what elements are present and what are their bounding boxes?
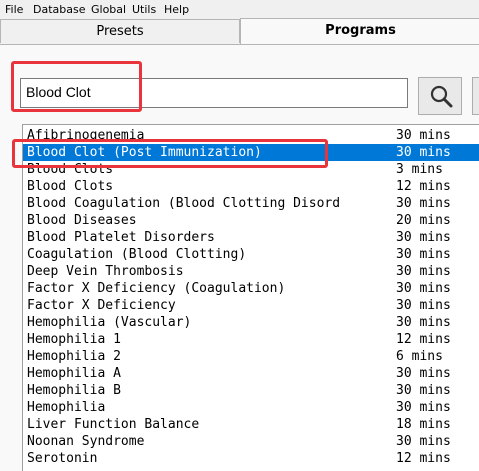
program-name: Deep Vein Thrombosis <box>27 264 184 279</box>
program-name: Serotonin <box>27 451 98 466</box>
program-row[interactable]: Hemophilia (Vascular) 30 mins <box>23 314 479 331</box>
program-name: Coagulation (Blood Clotting) <box>27 247 247 262</box>
program-duration: 30 mins <box>396 298 451 313</box>
menu-help[interactable]: Help <box>164 3 189 16</box>
program-row[interactable]: Liver Function Balance 18 mins <box>23 416 479 433</box>
program-duration: 30 mins <box>396 264 451 279</box>
program-duration: 30 mins <box>396 196 451 211</box>
program-name: Blood Coagulation (Blood Clotting Disord <box>27 196 341 211</box>
program-duration: 3 mins <box>396 162 443 177</box>
program-name: Hemophilia A <box>27 366 121 381</box>
program-name: Noonan Syndrome <box>27 434 145 449</box>
selected-row-highlight-box <box>12 139 328 168</box>
tab-strip: Presets Programs <box>0 18 479 44</box>
program-duration: 30 mins <box>396 434 451 449</box>
program-row[interactable]: Noonan Syndrome 30 mins <box>23 433 479 450</box>
program-row[interactable]: Factor X Deficiency 30 mins <box>23 297 479 314</box>
program-duration: 12 mins <box>396 332 451 347</box>
program-row[interactable]: Hemophilia B 30 mins <box>23 382 479 399</box>
program-duration: 30 mins <box>396 128 451 143</box>
program-duration: 30 mins <box>396 383 451 398</box>
program-duration: 30 mins <box>396 366 451 381</box>
program-duration: 12 mins <box>396 451 451 466</box>
program-duration: 12 mins <box>396 179 451 194</box>
program-duration: 20 mins <box>396 213 451 228</box>
program-name: Hemophilia B <box>27 383 121 398</box>
program-name: Hemophilia 1 <box>27 332 121 347</box>
menu-file[interactable]: File <box>5 3 23 16</box>
program-row[interactable]: Blood Diseases 20 mins <box>23 212 479 229</box>
secondary-button[interactable] <box>472 77 479 115</box>
program-row[interactable]: Coagulation (Blood Clotting) 30 mins <box>23 246 479 263</box>
program-name: Factor X Deficiency <box>27 298 176 313</box>
menu-global[interactable]: Global <box>91 3 126 16</box>
program-name: Blood Clots <box>27 179 114 194</box>
menu-utils[interactable]: Utils <box>132 3 156 16</box>
program-duration: 30 mins <box>396 145 451 160</box>
menu-bar: File Database Global Utils Help <box>0 0 479 19</box>
program-name: Liver Function Balance <box>27 417 200 432</box>
program-duration: 30 mins <box>396 247 451 262</box>
search-highlight-box <box>11 61 142 112</box>
program-duration: 30 mins <box>396 230 451 245</box>
search-button[interactable] <box>418 77 462 115</box>
program-row[interactable]: Blood Coagulation (Blood Clotting Disord… <box>23 195 479 212</box>
program-row[interactable]: Hemophilia A 30 mins <box>23 365 479 382</box>
program-name: Hemophilia (Vascular) <box>27 315 192 330</box>
program-name: Hemophilia 2 <box>27 349 121 364</box>
magnifier-icon <box>430 85 453 108</box>
program-name: Factor X Deficiency (Coagulation) <box>27 281 286 296</box>
program-row[interactable]: Hemophilia 1 12 mins <box>23 331 479 348</box>
program-row[interactable]: Factor X Deficiency (Coagulation) 30 mins <box>23 280 479 297</box>
program-name: Blood Diseases <box>27 213 137 228</box>
program-duration: 30 mins <box>396 315 451 330</box>
tab-programs[interactable]: Programs <box>240 18 479 44</box>
program-row[interactable]: Blood Clots 12 mins <box>23 178 479 195</box>
tab-presets[interactable]: Presets <box>0 19 240 43</box>
program-row[interactable]: Blood Platelet Disorders 30 mins <box>23 229 479 246</box>
program-row[interactable]: Hemophilia 2 6 mins <box>23 348 479 365</box>
program-row[interactable]: Hemophilia 30 mins <box>23 399 479 416</box>
program-row[interactable]: Deep Vein Thrombosis 30 mins <box>23 263 479 280</box>
program-duration: 6 mins <box>396 349 443 364</box>
menu-database[interactable]: Database <box>33 3 86 16</box>
program-row[interactable]: Serotonin 12 mins <box>23 450 479 467</box>
program-duration: 30 mins <box>396 400 451 415</box>
program-name: Blood Platelet Disorders <box>27 230 215 245</box>
program-name: Hemophilia <box>27 400 106 415</box>
program-list[interactable]: Afibrinogenemia 30 mins Blood Clot (Post I… <box>22 124 479 471</box>
program-duration: 18 mins <box>396 417 451 432</box>
program-duration: 30 mins <box>396 281 451 296</box>
